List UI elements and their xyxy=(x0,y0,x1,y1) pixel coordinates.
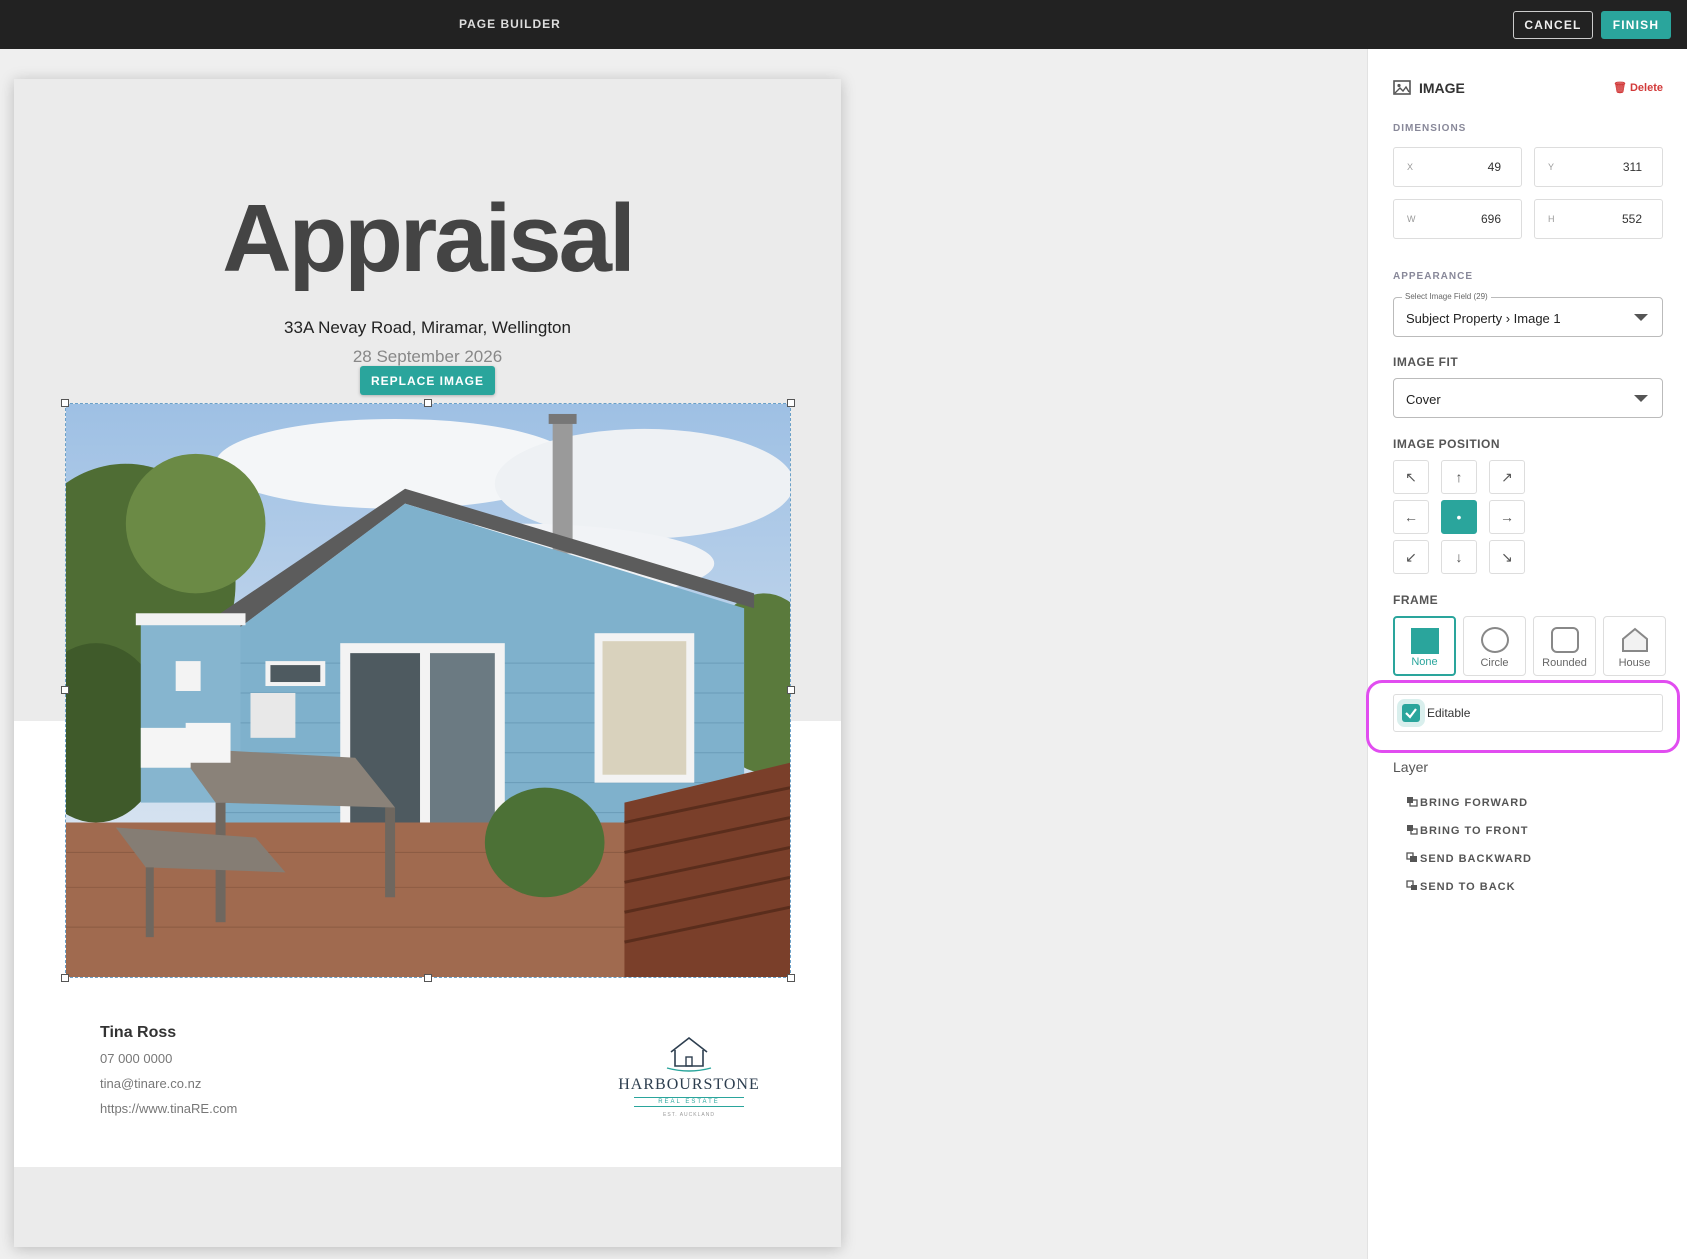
position-bottom-left[interactable]: ↙ xyxy=(1393,540,1429,574)
delete-button[interactable]: 🗑 Delete xyxy=(1613,81,1663,94)
position-top-left[interactable]: ↖ xyxy=(1393,460,1429,494)
resize-handle-right[interactable] xyxy=(787,686,795,694)
panel-title: IMAGE xyxy=(1419,80,1465,96)
image-field-legend: Select Image Field (29) xyxy=(1402,292,1491,301)
resize-handle-bottom-right[interactable] xyxy=(787,974,795,982)
properties-panel: IMAGE 🗑 Delete DIMENSIONS X 49 Y 311 W 6… xyxy=(1367,49,1687,1259)
bring-to-front-label: BRING TO FRONT xyxy=(1420,825,1529,837)
position-bottom[interactable]: ↓ xyxy=(1441,540,1477,574)
position-left[interactable]: ← xyxy=(1393,500,1429,534)
image-fit-value: Cover xyxy=(1406,392,1441,407)
panel-header: IMAGE 🗑 Delete xyxy=(1393,78,1663,98)
resize-handle-left[interactable] xyxy=(61,686,69,694)
frame-circle-button[interactable]: Circle xyxy=(1463,616,1526,676)
send-backward-icon xyxy=(1406,852,1417,862)
bring-forward-icon xyxy=(1407,797,1418,807)
x-value[interactable]: 49 xyxy=(1488,160,1501,174)
agent-email[interactable]: tina@tinare.co.nz xyxy=(100,1076,201,1091)
replace-image-button[interactable]: REPLACE IMAGE xyxy=(360,366,495,395)
chevron-down-icon xyxy=(1634,395,1648,402)
house-logo-icon xyxy=(666,1036,712,1072)
property-image[interactable] xyxy=(65,403,791,978)
w-label: W xyxy=(1407,214,1416,224)
position-right[interactable]: → xyxy=(1489,500,1525,534)
layer-label: Layer xyxy=(1393,759,1429,775)
resize-handle-top[interactable] xyxy=(424,399,432,407)
image-icon xyxy=(1393,80,1411,95)
frame-circle-label: Circle xyxy=(1480,657,1509,669)
cancel-button[interactable]: CANCEL xyxy=(1513,11,1593,39)
x-field[interactable]: X 49 xyxy=(1393,147,1522,187)
agent-website[interactable]: https://www.tinaRE.com xyxy=(100,1101,237,1116)
trash-icon: 🗑 xyxy=(1612,82,1627,94)
editable-highlight xyxy=(1366,680,1680,753)
position-center[interactable]: • xyxy=(1441,500,1477,534)
delete-label: Delete xyxy=(1629,82,1663,94)
square-icon xyxy=(1410,628,1439,654)
resize-handle-top-left[interactable] xyxy=(61,399,69,407)
finish-button[interactable]: FINISH xyxy=(1601,11,1671,39)
agent-name[interactable]: Tina Ross xyxy=(100,1024,176,1042)
logo-brand: HARBOURSTONE xyxy=(618,1076,760,1093)
house-icon xyxy=(1621,627,1648,652)
h-value[interactable]: 552 xyxy=(1622,212,1642,226)
frame-label: FRAME xyxy=(1393,593,1439,607)
image-field-select[interactable]: Select Image Field (29) Subject Property… xyxy=(1393,292,1663,337)
bring-forward-label: BRING FORWARD xyxy=(1420,797,1529,809)
frame-none-button[interactable]: None xyxy=(1393,616,1456,676)
image-fit-select[interactable]: Cover xyxy=(1393,378,1663,418)
image-field-value: Subject Property › Image 1 xyxy=(1406,311,1561,326)
resize-handle-bottom[interactable] xyxy=(424,974,432,982)
bring-to-front-button[interactable]: BRING TO FRONT xyxy=(1406,824,1529,837)
image-position-label: IMAGE POSITION xyxy=(1393,437,1501,451)
position-top[interactable]: ↑ xyxy=(1441,460,1477,494)
y-value[interactable]: 311 xyxy=(1623,160,1642,174)
frame-house-button[interactable]: House xyxy=(1603,616,1666,676)
resize-handle-top-right[interactable] xyxy=(787,399,795,407)
dimensions-label: DIMENSIONS xyxy=(1393,123,1467,134)
house-photo xyxy=(66,404,790,977)
send-to-back-icon xyxy=(1406,880,1417,890)
logo-tagline: REAL ESTATE xyxy=(634,1097,744,1107)
send-to-back-label: SEND TO BACK xyxy=(1420,881,1516,893)
resize-handle-bottom-left[interactable] xyxy=(61,974,69,982)
h-field[interactable]: H 552 xyxy=(1534,199,1663,239)
app-title: PAGE BUILDER xyxy=(459,17,561,31)
chevron-down-icon xyxy=(1634,314,1648,321)
w-field[interactable]: W 696 xyxy=(1393,199,1522,239)
company-logo[interactable]: HARBOURSTONE REAL ESTATE EST. AUCKLAND xyxy=(614,1034,764,1129)
page-heading[interactable]: Appraisal xyxy=(14,184,841,294)
send-to-back-button[interactable]: SEND TO BACK xyxy=(1406,880,1516,893)
agent-phone[interactable]: 07 000 0000 xyxy=(100,1051,172,1066)
position-top-right[interactable]: ↗ xyxy=(1489,460,1525,494)
frame-rounded-label: Rounded xyxy=(1542,657,1587,669)
appearance-label: APPEARANCE xyxy=(1393,271,1474,282)
h-label: H xyxy=(1548,214,1555,224)
y-label: Y xyxy=(1548,162,1555,172)
appraisal-date[interactable]: 28 September 2026 xyxy=(14,347,841,367)
position-bottom-right[interactable]: ↘ xyxy=(1489,540,1525,574)
bring-forward-button[interactable]: BRING FORWARD xyxy=(1406,796,1528,809)
frame-house-label: House xyxy=(1618,657,1651,669)
property-address[interactable]: 33A Nevay Road, Miramar, Wellington xyxy=(14,318,841,338)
logo-est: EST. AUCKLAND xyxy=(663,1112,715,1118)
y-field[interactable]: Y 311 xyxy=(1534,147,1663,187)
rounded-square-icon xyxy=(1550,627,1579,653)
send-backward-button[interactable]: SEND BACKWARD xyxy=(1406,852,1532,865)
top-bar: PAGE BUILDER CANCEL FINISH xyxy=(0,0,1687,49)
frame-none-label: None xyxy=(1411,656,1438,668)
send-backward-label: SEND BACKWARD xyxy=(1420,853,1532,865)
circle-icon xyxy=(1480,627,1509,653)
x-label: X xyxy=(1407,162,1414,172)
image-fit-label: IMAGE FIT xyxy=(1393,355,1459,369)
w-value[interactable]: 696 xyxy=(1481,212,1501,226)
page-canvas[interactable]: Appraisal 33A Nevay Road, Miramar, Welli… xyxy=(14,79,841,1247)
bring-to-front-icon xyxy=(1407,825,1418,835)
frame-rounded-button[interactable]: Rounded xyxy=(1533,616,1596,676)
